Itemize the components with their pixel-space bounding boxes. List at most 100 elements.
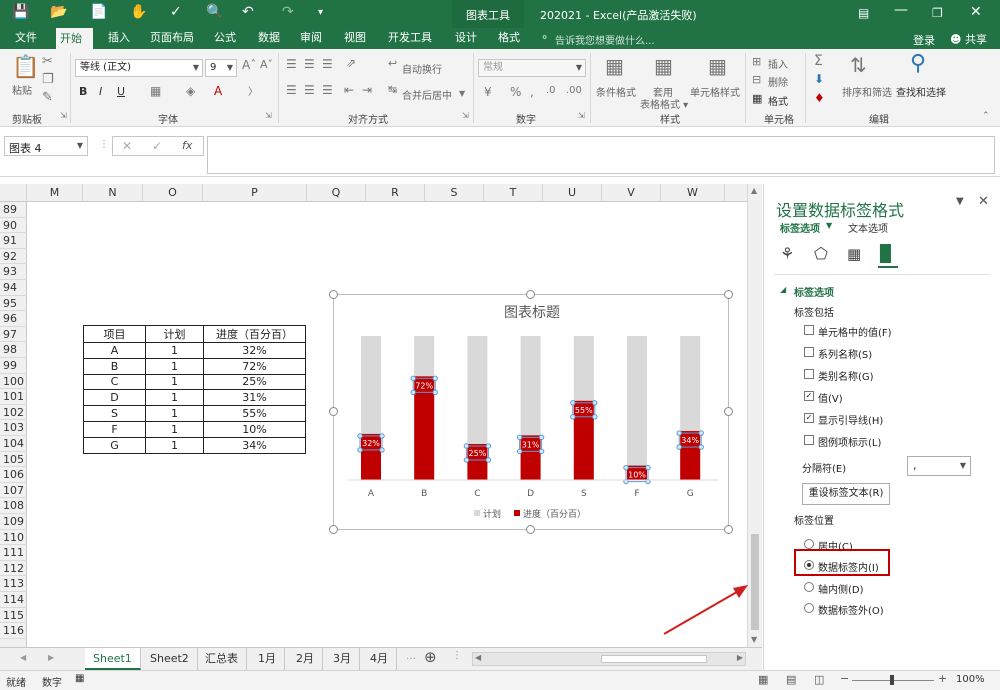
label-handle[interactable] [463,457,470,463]
zoom-out-icon[interactable]: − [840,672,849,685]
undo-icon[interactable]: ↶ [242,4,254,20]
save-icon[interactable]: 💾 [12,4,29,20]
table-cell[interactable]: 1 [145,357,204,375]
column-header[interactable]: M [27,184,83,202]
row-header[interactable]: 109 [0,514,27,530]
merge-center-button[interactable]: 合并后居中 [402,87,452,102]
column-header[interactable]: S [425,184,484,202]
table-header-cell[interactable]: 计划 [145,325,204,343]
resize-handle[interactable] [329,525,338,534]
table-header-cell[interactable]: 进度（百分百） [203,325,306,343]
legend-label[interactable]: 进度（百分百） [523,508,586,520]
label-handle[interactable] [570,400,576,406]
zoom-level[interactable]: 100% [956,674,985,685]
tab-home[interactable]: 开始 [56,28,93,49]
cell-styles-button[interactable]: 单元格样式 [690,84,740,99]
fill-icon[interactable]: ⬇ [814,72,824,86]
column-header[interactable]: O [143,184,203,202]
table-cell[interactable]: 55% [203,405,306,422]
comma-style-icon[interactable]: , [530,85,534,99]
table-cell[interactable]: 25% [203,373,306,391]
label-handle[interactable] [357,433,363,439]
label-handle[interactable] [516,434,523,441]
sheet-tab-jan[interactable]: 1月 [250,648,285,670]
tab-page-layout[interactable]: 页面布局 [146,28,198,49]
data-label[interactable]: 34% [681,436,699,445]
label-handle[interactable] [485,457,492,463]
checkbox-category-name[interactable] [804,369,814,379]
chevron-down-icon[interactable]: ▼ [459,89,465,98]
resize-handle[interactable] [526,525,535,534]
table-cell[interactable]: 1 [145,389,204,407]
scroll-up-icon[interactable]: ▲ [751,186,757,195]
percent-icon[interactable]: % [510,85,521,99]
cancel-icon[interactable]: ✕ [122,139,132,153]
tab-data[interactable]: 数据 [254,28,284,49]
new-icon[interactable]: 📄 [90,4,107,20]
label-handle[interactable] [379,433,385,439]
label-handle[interactable] [357,447,363,453]
tab-text-options[interactable]: 文本选项 [848,220,888,235]
pane-close-icon[interactable]: ✕ [978,194,989,209]
insert-cells-button[interactable]: 插入 [768,56,788,71]
column-header[interactable]: N [83,184,143,202]
prev-sheet-icon[interactable]: ◀ [20,653,26,662]
label-handle[interactable] [432,375,438,382]
row-header[interactable]: 113 [0,576,27,592]
row-header[interactable]: 115 [0,608,27,624]
table-cell[interactable]: D [83,389,146,407]
next-sheet-icon[interactable]: ▶ [48,653,54,662]
spelling-icon[interactable]: ✓ [170,4,182,20]
sheet-tab-apr[interactable]: 4月 [362,648,397,670]
data-label[interactable]: 32% [362,439,380,448]
sheet-tab-feb[interactable]: 2月 [288,648,323,670]
table-cell[interactable]: 31% [203,389,306,407]
row-header[interactable]: 112 [0,561,27,577]
font-size-combo[interactable]: 9 ▼ [205,59,237,77]
column-header[interactable]: V [602,184,661,202]
font-color-icon[interactable]: A [214,84,222,98]
label-handle[interactable] [645,464,651,471]
clear-icon[interactable]: ♦ [814,91,825,105]
format-painter-icon[interactable]: ✎ [42,90,53,105]
increase-indent-icon[interactable]: ⇥ [362,83,372,97]
label-handle[interactable] [538,448,545,455]
grow-font-icon[interactable]: Aˆ [242,58,256,72]
alignment-launcher-icon[interactable]: ⇲ [462,111,469,120]
row-header[interactable]: 107 [0,483,27,499]
h-scroll-thumb[interactable] [601,655,707,663]
row-header[interactable]: 108 [0,498,27,514]
column-header[interactable]: Q [307,184,366,202]
row-header[interactable]: 89 [0,202,27,218]
row-header[interactable]: 96 [0,311,27,327]
row-header[interactable]: 114 [0,592,27,608]
formula-input[interactable] [207,136,995,174]
label-handle[interactable] [592,400,598,406]
font-name-combo[interactable]: 等线 (正文) ▼ [75,59,203,77]
chart-legend[interactable]: 计划 进度（百分百） [474,508,586,520]
page-break-view-icon[interactable]: ◫ [814,673,824,686]
row-header[interactable]: 93 [0,264,27,280]
insert-cells-icon[interactable]: ⊞ [752,55,761,68]
number-launcher-icon[interactable]: ⇲ [578,111,585,120]
open-icon[interactable]: 📂 [50,4,67,20]
collapse-ribbon-icon[interactable]: ⌃ [982,111,990,121]
table-cell[interactable]: 34% [203,436,306,454]
phonetic-icon[interactable]: 〉 [248,83,258,98]
resize-handle[interactable] [724,525,733,534]
column-header[interactable]: U [543,184,602,202]
table-cell[interactable]: A [83,342,146,359]
label-options-icon[interactable]: ▉ [880,244,892,263]
format-cells-icon[interactable]: ▦ [752,92,762,105]
scroll-right-icon[interactable]: ▶ [737,653,743,662]
share-button[interactable]: ☻ 共享 [950,31,987,47]
borders-icon[interactable]: ▦ [150,84,161,98]
tell-me-box[interactable]: 告诉我您想要做什么... [555,32,655,47]
table-cell[interactable]: 10% [203,420,306,438]
tab-insert[interactable]: 插入 [104,28,134,49]
increase-decimal-icon[interactable]: .0 [546,85,556,96]
resize-handle[interactable] [526,290,535,299]
row-header[interactable]: 99 [0,358,27,374]
redo-icon[interactable]: ↷ [282,4,294,20]
label-handle[interactable] [485,443,492,449]
